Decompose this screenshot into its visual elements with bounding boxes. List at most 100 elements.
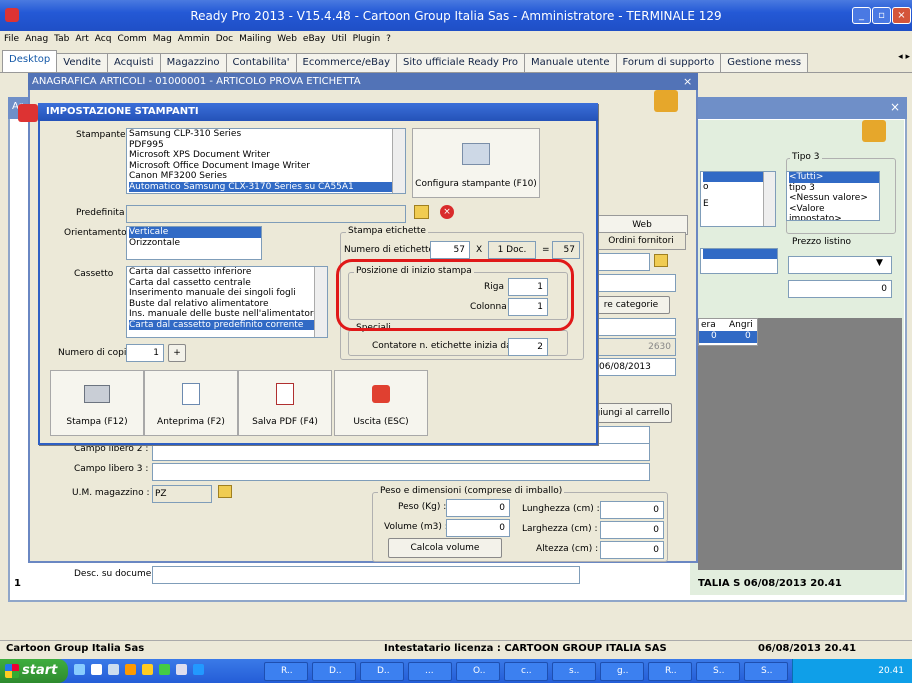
taskbar-item[interactable]: S.. xyxy=(696,662,740,681)
app-icon[interactable] xyxy=(176,664,187,675)
ie-icon[interactable] xyxy=(74,664,85,675)
folder-icon[interactable] xyxy=(414,205,429,219)
web-field-3[interactable] xyxy=(596,318,676,336)
salva-pdf-button[interactable]: Salva PDF (F4) xyxy=(238,370,332,436)
taskbar-item[interactable]: R.. xyxy=(264,662,308,681)
word-icon[interactable] xyxy=(91,664,102,675)
menu-plugin[interactable]: Plugin xyxy=(353,34,381,44)
tipo3-list[interactable]: <Tutti> tipo 3 <Nessun valore> <Valore i… xyxy=(786,171,880,221)
contatore-input[interactable]: 2 xyxy=(508,338,548,356)
taskbar-item[interactable]: R.. xyxy=(648,662,692,681)
web-field[interactable] xyxy=(596,253,650,271)
menu-mailing[interactable]: Mailing xyxy=(239,34,271,44)
menu-file[interactable]: File xyxy=(4,34,19,44)
date-field[interactable]: 06/08/2013 xyxy=(596,358,676,376)
peso-input[interactable]: 0 xyxy=(446,499,510,517)
copie-input[interactable]: 1 xyxy=(126,344,164,362)
orientation-item[interactable]: Orizzontale xyxy=(129,238,261,249)
menu-mag[interactable]: Mag xyxy=(153,34,172,44)
side-list-2-selected[interactable] xyxy=(703,249,777,259)
tab-magazzino[interactable]: Magazzino xyxy=(159,53,227,72)
printer-list-scrollbar[interactable] xyxy=(392,129,405,193)
tab-sito-ufficiale[interactable]: Sito ufficiale Ready Pro xyxy=(396,53,525,72)
tab-gestione[interactable]: Gestione mess xyxy=(720,53,809,72)
stampa-button[interactable]: Stampa (F12) xyxy=(50,370,144,436)
grid-row[interactable]: 0 0 xyxy=(699,331,757,343)
taskbar-item[interactable]: S.. xyxy=(744,662,788,681)
tipo3-item[interactable]: <Tutti> xyxy=(789,172,879,183)
close-button[interactable]: × xyxy=(892,7,911,24)
app-icon[interactable] xyxy=(142,664,153,675)
printer-item[interactable]: PDF995 xyxy=(129,140,405,151)
tab-ecommerce[interactable]: Ecommerce/eBay xyxy=(295,53,398,72)
menu-art[interactable]: Art xyxy=(75,34,88,44)
menu-tab[interactable]: Tab xyxy=(54,34,69,44)
printer-item[interactable]: Microsoft Office Document Image Writer xyxy=(129,161,405,172)
volume-input[interactable]: 0 xyxy=(446,519,510,537)
taskbar-item[interactable]: ... xyxy=(408,662,452,681)
campo-libero-2-input[interactable] xyxy=(152,443,650,461)
menu-help[interactable]: ? xyxy=(386,34,391,44)
side-list-scrollbar[interactable] xyxy=(763,172,775,226)
tab-forum[interactable]: Forum di supporto xyxy=(615,53,722,72)
desc-documenti-input[interactable] xyxy=(152,566,580,584)
background-window-close[interactable]: × xyxy=(890,100,900,114)
ordini-fornitori[interactable]: Ordini fornitori xyxy=(596,232,686,250)
tipo3-item[interactable]: <Nessun valore> xyxy=(789,193,879,204)
menu-web[interactable]: Web xyxy=(277,34,297,44)
side-list-2[interactable] xyxy=(700,248,778,274)
lunghezza-input[interactable]: 0 xyxy=(600,501,664,519)
um-magazzino-field[interactable]: PZ xyxy=(152,485,212,503)
campo-libero-3-input[interactable] xyxy=(152,463,650,481)
tab-desktop[interactable]: Desktop xyxy=(2,50,58,72)
prezzo-input[interactable]: 0 xyxy=(788,280,892,298)
altezza-input[interactable]: 0 xyxy=(600,541,664,559)
tab-contabilita[interactable]: Contabilita' xyxy=(225,53,297,72)
configura-stampante-button[interactable]: Configura stampante (F10) xyxy=(412,128,540,198)
minimize-button[interactable]: _ xyxy=(852,7,871,24)
tab-vendite[interactable]: Vendite xyxy=(56,53,109,72)
app-icon[interactable] xyxy=(159,664,170,675)
orientation-list[interactable]: Verticale Orizzontale xyxy=(126,226,262,260)
web-field-2[interactable] xyxy=(596,274,676,292)
maximize-button[interactable]: ▫ xyxy=(872,7,891,24)
tab-scroll-arrows[interactable]: ◂ ▸ xyxy=(898,52,910,62)
menu-comm[interactable]: Comm xyxy=(117,34,146,44)
taskbar-item[interactable]: c.. xyxy=(504,662,548,681)
tab-acquisti[interactable]: Acquisti xyxy=(107,53,161,72)
printer-item[interactable]: Canon MF3200 Series xyxy=(129,171,405,182)
menu-util[interactable]: Util xyxy=(331,34,346,44)
app-icon[interactable] xyxy=(193,664,204,675)
folder-icon[interactable] xyxy=(654,254,668,267)
menu-doc[interactable]: Doc xyxy=(216,34,233,44)
tipo3-item[interactable]: tipo 3 xyxy=(789,183,879,194)
printer-item-selected[interactable]: Automatico Samsung CLX-3170 Series su CA… xyxy=(129,181,405,192)
taskbar-item[interactable]: O.. xyxy=(456,662,500,681)
printer-list[interactable]: Samsung CLP-310 Series PDF995 Microsoft … xyxy=(126,128,406,194)
aggiungi-carrello-button[interactable]: giungi al carrello xyxy=(592,403,672,423)
app-icon[interactable] xyxy=(125,664,136,675)
cassetto-list-scrollbar[interactable] xyxy=(314,267,327,337)
menu-anag[interactable]: Anag xyxy=(25,34,48,44)
anagrafica-close[interactable]: × xyxy=(683,75,692,88)
categorie-button[interactable]: re categorie xyxy=(592,296,670,314)
taskbar-item[interactable]: D.. xyxy=(360,662,404,681)
cassetto-item[interactable]: Buste dal relativo alimentatore xyxy=(129,299,327,310)
anteprima-button[interactable]: Anteprima (F2) xyxy=(144,370,238,436)
menu-ebay[interactable]: eBay xyxy=(303,34,326,44)
cassetto-item[interactable]: Carta dal cassetto centrale xyxy=(129,278,327,289)
folder-icon[interactable] xyxy=(218,485,232,498)
uscita-button[interactable]: Uscita (ESC) xyxy=(334,370,428,436)
taskbar-item[interactable]: D.. xyxy=(312,662,356,681)
printer-item[interactable]: Microsoft XPS Document Writer xyxy=(129,150,405,161)
cassetto-item[interactable]: Inserimento manuale dei singoli fogli xyxy=(129,288,327,299)
cassetto-list[interactable]: Carta dal cassetto inferiore Carta dal c… xyxy=(126,266,328,338)
cassetto-item[interactable]: Ins. manuale delle buste nell'alimentato… xyxy=(129,309,327,320)
taskbar-item[interactable]: g.. xyxy=(600,662,644,681)
copie-plus-button[interactable]: + xyxy=(168,344,186,362)
printer-item[interactable]: Samsung CLP-310 Series xyxy=(129,129,405,140)
cassetto-item-selected[interactable]: Carta dal cassetto predefinito corrente xyxy=(129,319,327,330)
menu-acq[interactable]: Acq xyxy=(95,34,112,44)
clear-icon[interactable]: × xyxy=(440,205,454,219)
menu-ammin[interactable]: Ammin xyxy=(178,34,210,44)
